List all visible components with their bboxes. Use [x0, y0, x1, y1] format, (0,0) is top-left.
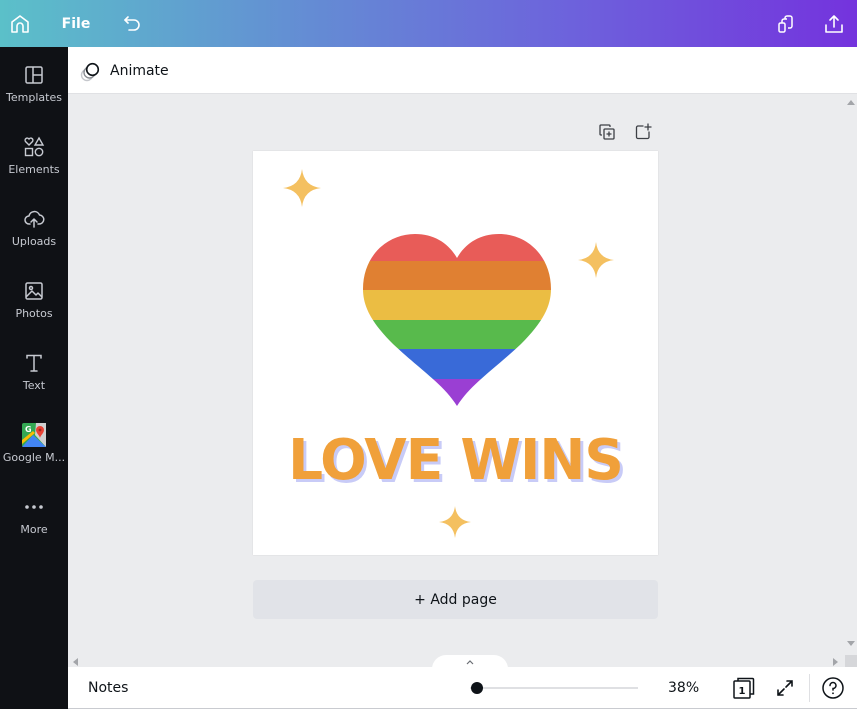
duplicate-page-button[interactable] — [598, 123, 616, 141]
sidebar-item-more[interactable]: More — [0, 479, 68, 549]
svg-text:G: G — [25, 425, 32, 434]
page-count: 1 — [739, 686, 746, 697]
animate-button[interactable]: Animate — [80, 57, 169, 85]
sparkle-right — [578, 242, 614, 278]
scroll-corner — [845, 655, 857, 667]
heart-stripe — [363, 290, 551, 320]
help-icon — [822, 677, 844, 699]
google-maps-icon: G — [22, 423, 46, 447]
scroll-down-arrow-icon[interactable] — [847, 641, 855, 647]
sidebar-item-templates[interactable]: Templates — [0, 47, 68, 117]
copy-pages-icon — [778, 14, 793, 33]
uploads-icon — [22, 207, 46, 231]
sidebar-item-label: Text — [22, 379, 46, 392]
sidebar-item-uploads[interactable]: Uploads — [0, 191, 68, 261]
animate-icon — [80, 62, 100, 82]
sidebar-item-label: Photos — [15, 307, 53, 320]
animate-label: Animate — [110, 63, 169, 79]
more-icon — [22, 495, 46, 519]
home-button[interactable] — [6, 0, 34, 47]
help-button[interactable] — [821, 676, 845, 700]
heart-stripe — [363, 234, 551, 261]
undo-button[interactable] — [118, 0, 146, 47]
chevron-up-icon — [466, 660, 474, 665]
add-new-page-button[interactable] — [634, 123, 652, 141]
sidebar-item-label: Uploads — [11, 235, 57, 248]
heart-stripe — [363, 379, 551, 406]
add-page-button[interactable]: + Add page — [253, 580, 658, 619]
page-actions — [598, 123, 652, 141]
context-toolbar: Animate — [68, 47, 857, 94]
undo-icon — [124, 15, 140, 31]
text-icon — [22, 351, 46, 375]
scroll-up-arrow-icon[interactable] — [847, 99, 855, 105]
expand-fullscreen-icon — [777, 680, 793, 696]
love-wins-text[interactable]: LOVE WINS — [257, 428, 654, 493]
fullscreen-button[interactable] — [773, 676, 797, 700]
add-page-icon — [635, 123, 652, 140]
share-upload-icon — [825, 14, 843, 33]
sidebar-item-photos[interactable]: Photos — [0, 263, 68, 333]
heart-stripe — [363, 320, 551, 349]
scroll-left-arrow-icon[interactable] — [72, 658, 78, 666]
scroll-right-arrow-icon[interactable] — [833, 658, 839, 666]
zoom-slider-knob[interactable] — [470, 682, 483, 694]
sidebar-item-elements[interactable]: Elements — [0, 119, 68, 189]
home-icon — [11, 14, 29, 33]
expand-pages-tab[interactable] — [432, 655, 508, 669]
notes-button[interactable]: Notes — [88, 667, 128, 709]
page-count-button[interactable]: 1 — [732, 676, 756, 700]
copy-pages-button[interactable] — [772, 0, 800, 47]
file-menu-button[interactable]: File — [56, 0, 96, 47]
sidebar-item-google-maps[interactable]: G Google M... — [0, 407, 68, 477]
zoom-slider[interactable] — [470, 682, 638, 694]
rainbow-heart — [363, 234, 551, 406]
sidebar-item-label: Templates — [6, 91, 62, 104]
sidebar-item-text[interactable]: Text — [0, 335, 68, 405]
canvas-area: LOVE WINS + Add page — [68, 95, 857, 667]
duplicate-page-icon — [599, 124, 615, 140]
templates-icon — [22, 63, 46, 87]
heart-stripe — [363, 261, 551, 290]
vertical-scrollbar[interactable] — [845, 95, 857, 655]
divider — [809, 674, 810, 702]
design-page[interactable]: LOVE WINS — [253, 151, 658, 555]
sparkle-top-left — [283, 169, 321, 207]
left-sidebar: Templates Elements Uploads Photos Text G… — [0, 47, 68, 709]
bottom-bar: Notes 38% 1 — [68, 655, 857, 709]
heart-stripe — [363, 349, 551, 379]
share-button[interactable] — [820, 0, 848, 47]
zoom-level[interactable]: 38% — [668, 667, 699, 709]
sidebar-item-label: Google M... — [2, 451, 66, 464]
sidebar-item-label: More — [20, 523, 48, 536]
sidebar-item-label: Elements — [8, 163, 60, 176]
sparkle-bottom — [439, 506, 471, 538]
top-toolbar: File — [0, 0, 857, 47]
elements-icon — [22, 135, 46, 159]
photos-icon — [22, 279, 46, 303]
pages-icon: 1 — [733, 677, 755, 699]
